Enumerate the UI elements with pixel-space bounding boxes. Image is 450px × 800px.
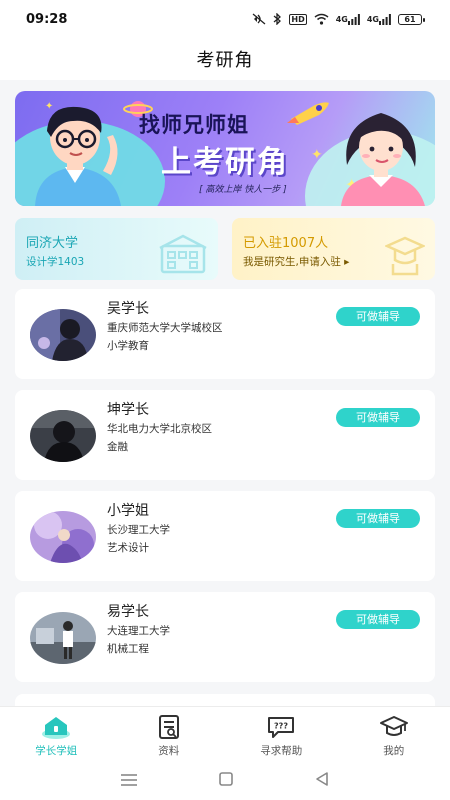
mentor-name: 吴学长 (107, 301, 149, 317)
tutoring-available-button[interactable]: 可做辅导 (336, 408, 420, 427)
signal-icon-1: 4G (336, 13, 360, 25)
mentor-school: 华北电力大学北京校区 (107, 423, 212, 435)
mentor-card[interactable]: 坤学长 华北电力大学北京校区 金融 可做辅导 (15, 390, 435, 480)
avatar (30, 511, 96, 563)
app-header: 考研角 (0, 38, 450, 80)
nav-label: 寻求帮助 (260, 745, 303, 757)
mentor-card[interactable]: 易学长 大连理工大学 机械工程 可做辅导 (15, 592, 435, 682)
rocket-icon (287, 102, 329, 125)
back-icon[interactable] (314, 771, 330, 791)
tutoring-available-button[interactable]: 可做辅导 (336, 307, 420, 326)
mentor-major: 艺术设计 (107, 542, 149, 554)
status-icons: HD 4G 4G 61 (252, 13, 425, 25)
joined-count: 已入驻1007人 (243, 236, 329, 251)
university-name: 同济大学 (26, 236, 79, 251)
school-building-icon (159, 234, 207, 274)
status-time: 09:28 (26, 11, 68, 27)
avatar (30, 612, 96, 664)
graduation-cap-icon (385, 236, 425, 276)
nav-item-profile[interactable]: 我的 (338, 707, 450, 762)
bottom-nav: 学长学姐 资料 ??? 寻求帮助 我的 (0, 706, 450, 762)
bluetooth-icon (273, 13, 282, 25)
mentor-school: 长沙理工大学 (107, 524, 170, 536)
mentor-major: 金融 (107, 441, 128, 453)
status-bar: 09:28 HD 4G 4G 61 (0, 0, 450, 38)
featured-university-card[interactable]: 同济大学 设计学1403 (15, 218, 218, 280)
nav-item-mentors[interactable]: 学长学姐 (0, 707, 113, 762)
banner-title-line2: 上考研角 (161, 145, 289, 180)
system-nav-bar (0, 762, 450, 800)
mentor-name: 坤学长 (107, 402, 149, 418)
join-card[interactable]: 已入驻1007人 我是研究生,申请入驻 ▸ (232, 218, 435, 280)
mentor-name: 易学长 (107, 604, 149, 620)
svg-text:???: ??? (274, 722, 288, 731)
mentor-school: 重庆师范大学大学城校区 (107, 322, 223, 334)
menu-icon[interactable] (120, 772, 138, 791)
mentor-card[interactable]: 吴学长 重庆师范大学大学城校区 小学教育 可做辅导 (15, 289, 435, 379)
home-square-icon[interactable] (218, 771, 234, 791)
nav-item-materials[interactable]: 资料 (113, 707, 226, 762)
avatar (30, 309, 96, 361)
chat-bubble-icon: ??? (266, 714, 296, 740)
nav-label: 学长学姐 (35, 745, 78, 757)
mentor-major: 小学教育 (107, 340, 149, 352)
hd-icon: HD (289, 13, 307, 25)
mentor-card[interactable]: 小学姐 长沙理工大学 艺术设计 可做辅导 (15, 491, 435, 581)
sparkle-icon: ✦ (311, 147, 323, 163)
graduation-cap-icon (379, 714, 409, 740)
banner-slogan: [ 高效上岸 快人一步 ] (199, 185, 287, 195)
nav-label: 我的 (383, 745, 405, 757)
male-student-illustration (35, 106, 121, 206)
avatar (30, 410, 96, 462)
wifi-icon (314, 13, 329, 25)
nav-label: 资料 (158, 745, 180, 757)
home-icon (41, 714, 71, 740)
mute-icon (252, 13, 266, 25)
tutoring-available-button[interactable]: 可做辅导 (336, 509, 420, 528)
mentor-major: 机械工程 (107, 643, 149, 655)
battery-icon: 61 (398, 13, 425, 25)
signal-icon-2: 4G (367, 13, 391, 25)
document-icon (157, 714, 181, 740)
nav-item-seek-help[interactable]: ??? 寻求帮助 (225, 707, 338, 762)
female-student-illustration (341, 113, 425, 206)
apply-join-link[interactable]: 我是研究生,申请入驻 ▸ (243, 254, 349, 269)
university-major: 设计学1403 (26, 256, 85, 268)
mentor-school: 大连理工大学 (107, 625, 170, 637)
page-title: 考研角 (196, 50, 254, 71)
mentor-name: 小学姐 (107, 503, 149, 519)
promo-banner[interactable]: ✦ ✦ ✦ 找师兄师姐 上考研角 [ 高效上岸 快人一步 ] (15, 91, 435, 206)
tutoring-available-button[interactable]: 可做辅导 (336, 610, 420, 629)
banner-title-line1: 找师兄师姐 (139, 113, 249, 137)
